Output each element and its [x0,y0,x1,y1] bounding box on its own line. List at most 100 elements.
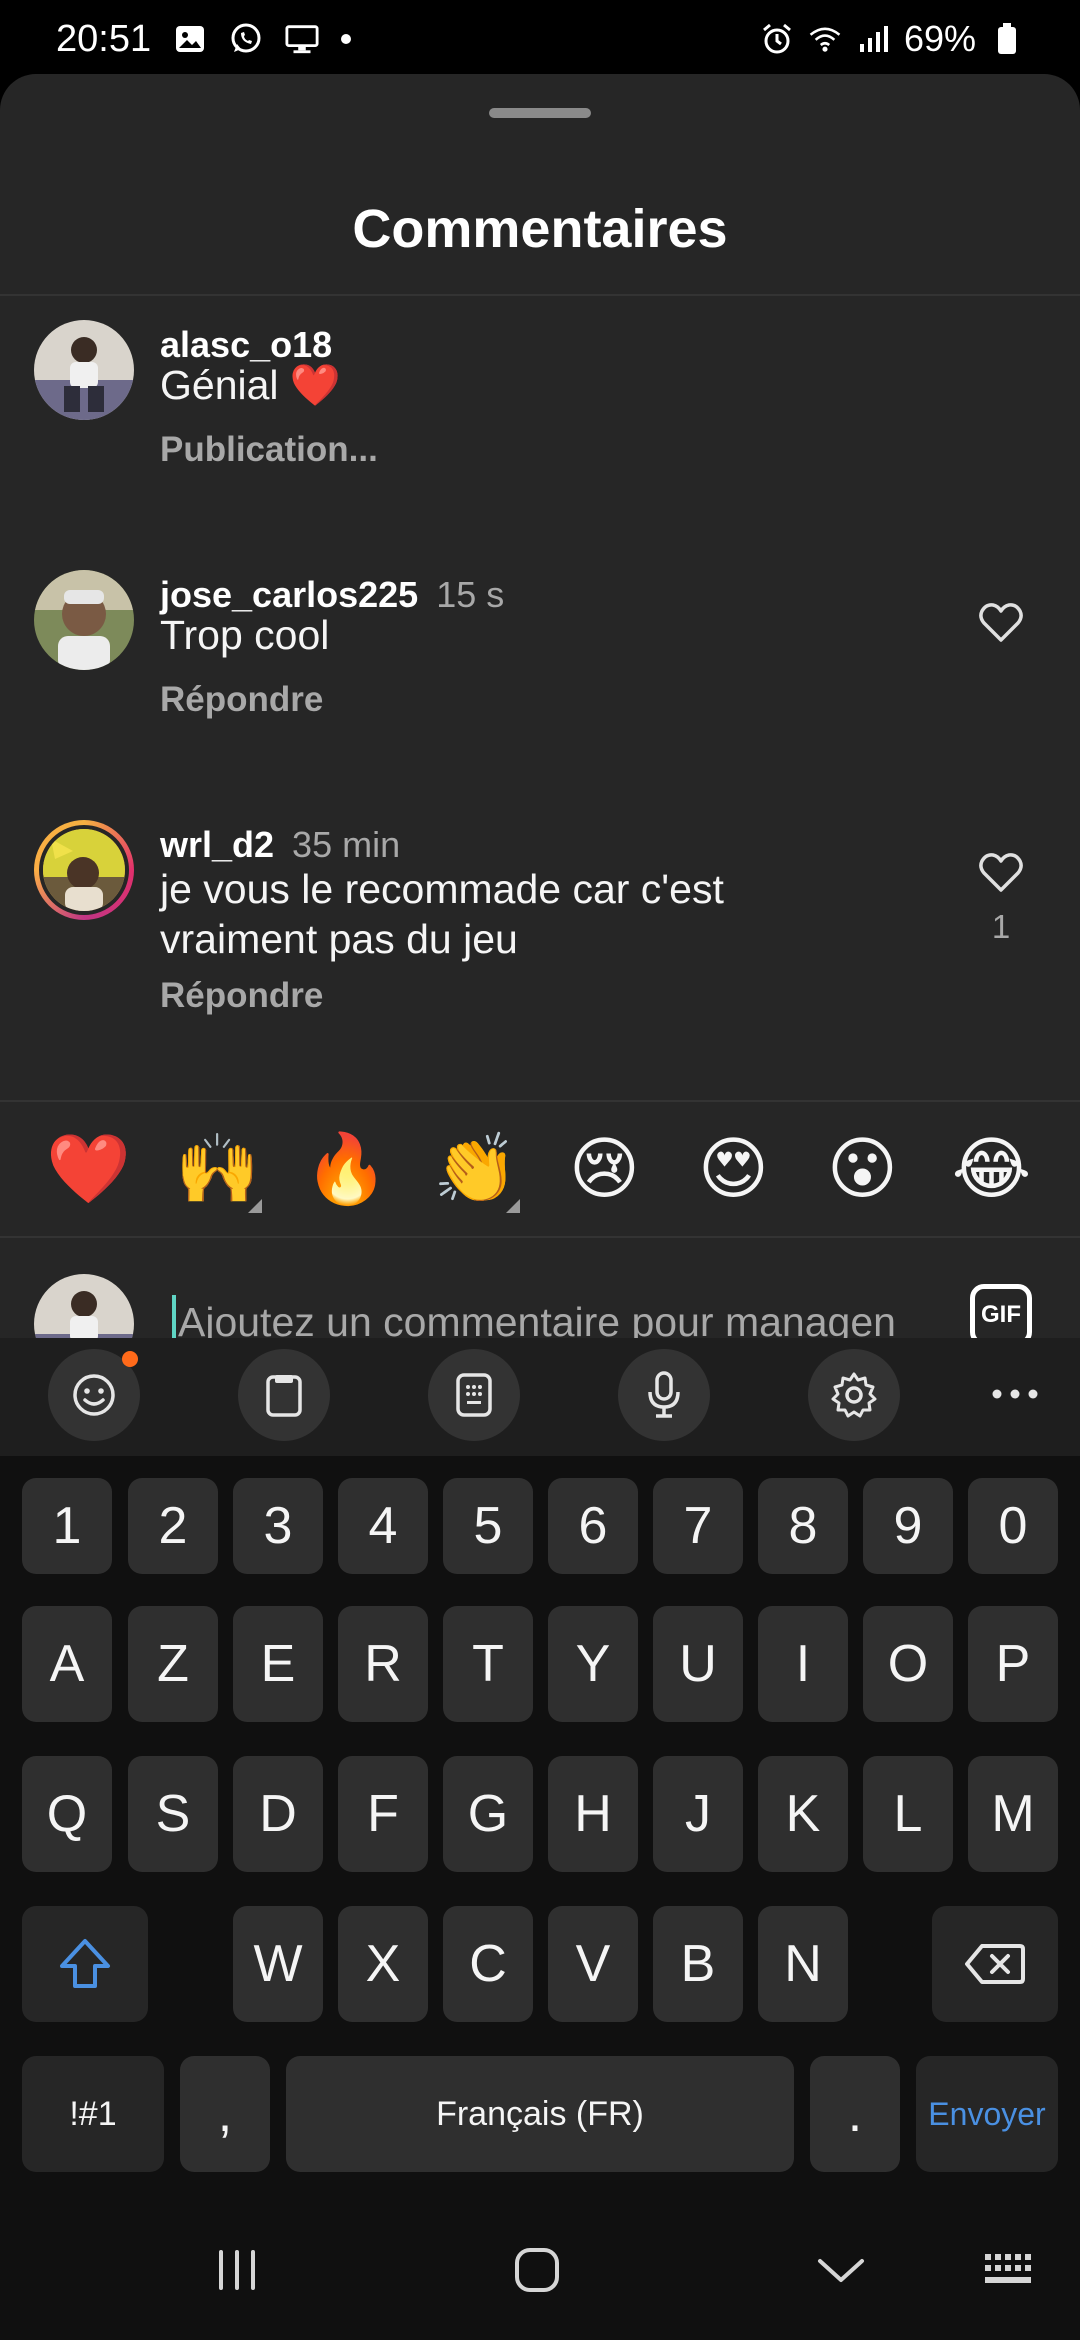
username-text[interactable]: jose_carlos225 [160,574,418,615]
key-q[interactable]: Q [22,1756,112,1872]
key-y[interactable]: Y [548,1606,638,1722]
backspace-key[interactable] [932,1906,1058,2022]
keyboard: 1 2 3 4 5 6 7 8 9 0 A Z E R T Y U I O P … [0,1456,1080,2200]
whatsapp-icon [229,22,263,56]
gif-button[interactable]: GIF [970,1284,1032,1346]
key-n[interactable]: N [758,1906,848,2022]
comma-key[interactable]: , [180,2056,270,2172]
keyboard-switch-icon[interactable] [976,2240,1046,2300]
sheet-title: Commentaires [352,199,728,259]
emoji-glyph: 👏 [433,1130,518,1209]
shift-key[interactable] [22,1906,148,2022]
more-icon[interactable] [980,1364,1050,1424]
comment-time: 35 min [292,824,401,865]
like-heart-icon[interactable] [974,598,1028,648]
key-e[interactable]: E [233,1606,323,1722]
key-r[interactable]: R [338,1606,428,1722]
comment-text: je vous le recommade car c'est vraiment … [160,866,724,962]
clipboard-icon[interactable] [238,1349,330,1441]
key-t[interactable]: T [443,1606,533,1722]
username-text[interactable]: alasc_o18 [160,324,332,365]
key-8[interactable]: 8 [758,1478,848,1574]
key-f[interactable]: F [338,1756,428,1872]
avatar[interactable] [34,570,134,670]
send-key[interactable]: Envoyer [916,2056,1058,2172]
image-icon [173,22,207,56]
period-key[interactable]: . [810,2056,900,2172]
skin-tone-indicator [247,1199,262,1213]
key-m[interactable]: M [968,1756,1058,1872]
home-icon[interactable] [502,2240,572,2300]
key-p[interactable]: P [968,1606,1058,1722]
key-w[interactable]: W [233,1906,323,2022]
emoji-red-heart[interactable]: ❤️ [39,1119,139,1219]
comment-text: Génial ❤️ [160,362,341,408]
key-d[interactable]: D [233,1756,323,1872]
keyboard-toolbar [0,1338,1080,1456]
key-s[interactable]: S [128,1756,218,1872]
key-3[interactable]: 3 [233,1478,323,1574]
emoji-crying-face[interactable]: 😢 [555,1119,655,1219]
key-g[interactable]: G [443,1756,533,1872]
monitor-icon [285,22,319,56]
key-a[interactable]: A [22,1606,112,1722]
key-4[interactable]: 4 [338,1478,428,1574]
reply-button[interactable]: Répondre [160,680,323,720]
key-u[interactable]: U [653,1606,743,1722]
comment-text: Trop cool [160,612,330,658]
comment-username[interactable]: wrl_d2 35 min [160,824,400,866]
emoji-clapping-hands[interactable]: 👏 [426,1119,526,1219]
key-7[interactable]: 7 [653,1478,743,1574]
reply-button[interactable]: Répondre [160,976,323,1016]
emoji-raising-hands[interactable]: 🙌 [168,1119,268,1219]
hide-keyboard-icon[interactable] [806,2240,876,2300]
space-key[interactable]: Français (FR) [286,2056,794,2172]
symbols-key[interactable]: !#1 [22,2056,164,2172]
status-bar: 20:51 69% [0,0,1080,78]
emoji-surprised-face[interactable]: 😮 [813,1119,913,1219]
emoji-glyph: 🙌 [175,1130,260,1209]
key-2[interactable]: 2 [128,1478,218,1574]
wifi-icon [808,22,842,56]
key-0[interactable]: 0 [968,1478,1058,1574]
key-c[interactable]: C [443,1906,533,2022]
key-h[interactable]: H [548,1756,638,1872]
username-text[interactable]: wrl_d2 [160,824,274,865]
recent-apps-icon[interactable] [202,2240,272,2300]
avatar[interactable] [34,820,134,920]
notification-dot [122,1351,138,1367]
key-5[interactable]: 5 [443,1478,533,1574]
comments-sheet: Commentaires alasc_o18 Génial ❤️ Publica… [0,74,1080,1454]
keypad-icon[interactable] [428,1349,520,1441]
avatar[interactable] [34,320,134,420]
settings-icon[interactable] [808,1349,900,1441]
emoji-tears-of-joy[interactable]: 😂 [942,1119,1042,1219]
key-6[interactable]: 6 [548,1478,638,1574]
key-l[interactable]: L [863,1756,953,1872]
key-z[interactable]: Z [128,1606,218,1722]
comment-time: 15 s [436,574,505,615]
key-9[interactable]: 9 [863,1478,953,1574]
comments-list[interactable]: alasc_o18 Génial ❤️ Publication... jose_… [0,296,1080,1100]
dot-icon [341,34,352,44]
key-k[interactable]: K [758,1756,848,1872]
key-o[interactable]: O [863,1606,953,1722]
key-1[interactable]: 1 [22,1478,112,1574]
navigation-bar [0,2200,1080,2340]
key-x[interactable]: X [338,1906,428,2022]
key-v[interactable]: V [548,1906,638,2022]
battery-icon [990,22,1024,56]
emoji-fire[interactable]: 🔥 [297,1119,397,1219]
like-count: 1 [991,908,1011,945]
emoji-icon[interactable] [48,1349,140,1441]
key-b[interactable]: B [653,1906,743,2022]
key-j[interactable]: J [653,1756,743,1872]
status-time: 20:51 [56,17,152,60]
signal-icon [856,22,890,56]
microphone-icon[interactable] [618,1349,710,1441]
emoji-heart-eyes[interactable]: 😍 [684,1119,784,1219]
like-heart-icon[interactable] [974,848,1028,898]
key-i[interactable]: I [758,1606,848,1722]
skin-tone-indicator [505,1199,520,1213]
drag-handle[interactable] [489,108,591,118]
